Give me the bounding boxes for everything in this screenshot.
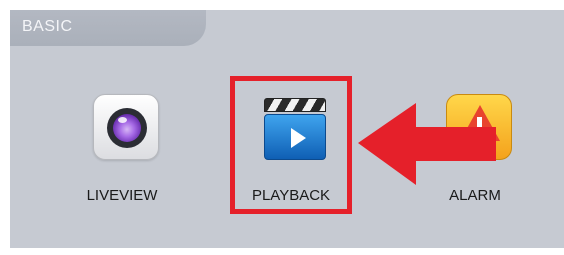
playback-highlight-box — [230, 76, 352, 214]
liveview-item[interactable]: LIVEVIEW — [62, 92, 182, 212]
red-arrow-icon — [358, 103, 496, 185]
lens-highlight — [118, 117, 127, 123]
camera-lens-icon[interactable] — [93, 94, 159, 160]
alarm-label: ALARM — [449, 187, 501, 204]
liveview-label: LIVEVIEW — [86, 187, 158, 204]
basic-tab[interactable]: BASIC — [10, 10, 206, 46]
basic-tab-label: BASIC — [22, 18, 73, 35]
